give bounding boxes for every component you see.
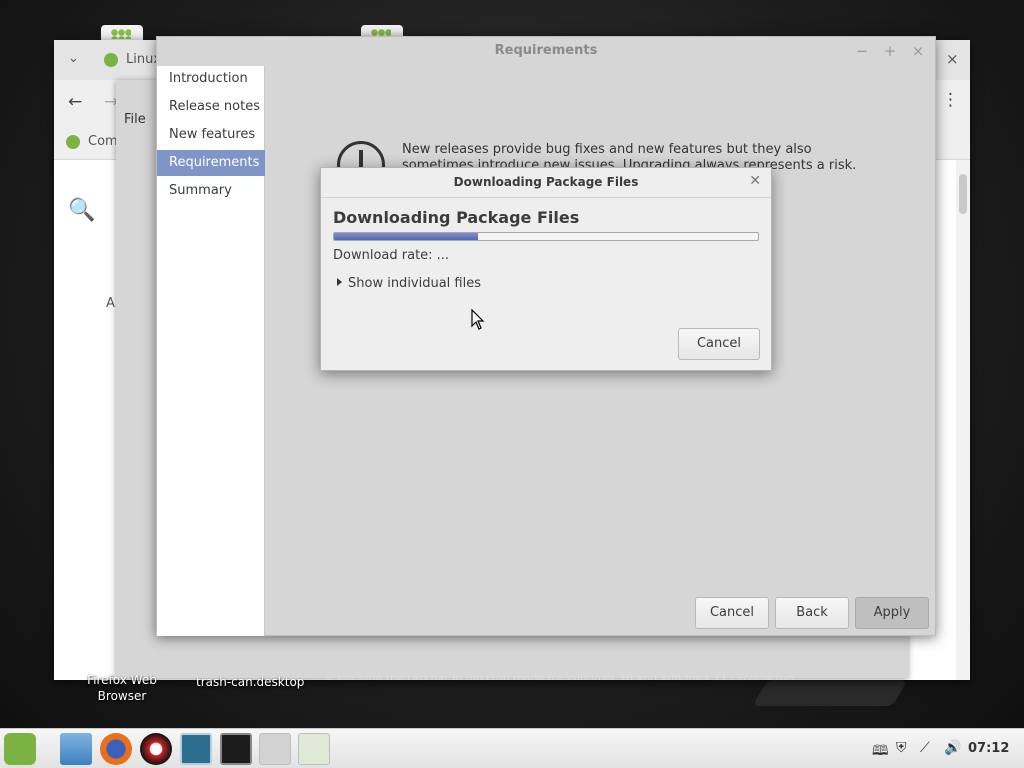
- network-icon[interactable]: ⟋: [920, 740, 930, 756]
- menu-file[interactable]: File: [124, 112, 146, 127]
- desktop-shadow-shape: [752, 680, 908, 706]
- shield-icon[interactable]: [259, 733, 291, 765]
- maximize-icon[interactable]: +: [880, 41, 900, 61]
- mint-menu-icon[interactable]: [4, 733, 36, 765]
- mint-tab-icon: [104, 53, 118, 67]
- expander-label: Show individual files: [348, 276, 482, 291]
- requirements-title: Requirements: [494, 43, 598, 58]
- sidebar-item-summary[interactable]: Summary: [157, 178, 265, 204]
- desktop-label-trash[interactable]: trash-can.desktop: [196, 674, 304, 690]
- mint-bookmark-icon: [66, 135, 80, 149]
- update-shield-icon[interactable]: ⛨: [896, 740, 907, 756]
- cancel-button[interactable]: Cancel: [695, 597, 769, 629]
- browser-close-icon[interactable]: ×: [946, 50, 959, 68]
- minimize-icon[interactable]: −: [852, 41, 872, 61]
- back-button[interactable]: Back: [775, 597, 849, 629]
- browser-icon[interactable]: [140, 733, 172, 765]
- show-files-expander[interactable]: Show individual files: [337, 276, 481, 291]
- page-side-text: A: [106, 296, 115, 311]
- menu-kebab-icon[interactable]: ⋮: [942, 90, 959, 110]
- dialog-close-icon[interactable]: ✕: [749, 173, 761, 189]
- dialog-heading: Downloading Package Files: [333, 208, 580, 227]
- dialog-title-separator: [321, 197, 771, 198]
- download-progress-bar: [333, 232, 759, 241]
- desktop-bg-text: ically hide the taskbar in desktop mode …: [326, 672, 794, 680]
- sidebar-item-release-notes[interactable]: Release notes: [157, 94, 265, 120]
- notification-icon[interactable]: 🕮: [872, 740, 889, 764]
- dialog-title: Downloading Package Files: [453, 175, 639, 189]
- search-icon[interactable]: 🔍: [68, 198, 95, 223]
- desktop-label-firefox[interactable]: Firefox Web Browser: [82, 672, 162, 704]
- close-icon[interactable]: ×: [908, 41, 928, 61]
- back-arrow-icon[interactable]: ←: [68, 92, 82, 112]
- sidebar-item-requirements[interactable]: Requirements: [157, 150, 265, 176]
- apply-button[interactable]: Apply: [855, 597, 929, 629]
- download-dialog: Downloading Package Files ✕ Downloading …: [320, 167, 772, 371]
- mouse-cursor-icon: [471, 309, 485, 330]
- terminal-icon[interactable]: [220, 733, 252, 765]
- progress-fill: [334, 233, 479, 240]
- taskbar: 🕮 ⛨ ⟋ 🔊 07:12: [0, 728, 1024, 768]
- sidebar-item-introduction[interactable]: Introduction: [157, 66, 265, 92]
- system-monitor-icon[interactable]: [180, 733, 212, 765]
- download-rate: Download rate: ...: [333, 248, 450, 263]
- requirements-titlebar[interactable]: Requirements − + ×: [157, 37, 935, 65]
- volume-icon[interactable]: 🔊: [944, 740, 961, 756]
- firefox-icon[interactable]: [100, 733, 132, 765]
- tab-list-chevron-icon[interactable]: ⌄: [68, 51, 79, 66]
- clock[interactable]: 07:12: [968, 741, 1009, 756]
- browser-scrollbar[interactable]: [956, 160, 970, 680]
- files-icon[interactable]: [60, 733, 92, 765]
- requirements-sidebar: Introduction Release notes New features …: [157, 66, 265, 636]
- sidebar-item-new-features[interactable]: New features: [157, 122, 265, 148]
- update-manager-icon[interactable]: [298, 733, 330, 765]
- expander-triangle-icon: [337, 278, 342, 286]
- dialog-cancel-button[interactable]: Cancel: [678, 328, 760, 360]
